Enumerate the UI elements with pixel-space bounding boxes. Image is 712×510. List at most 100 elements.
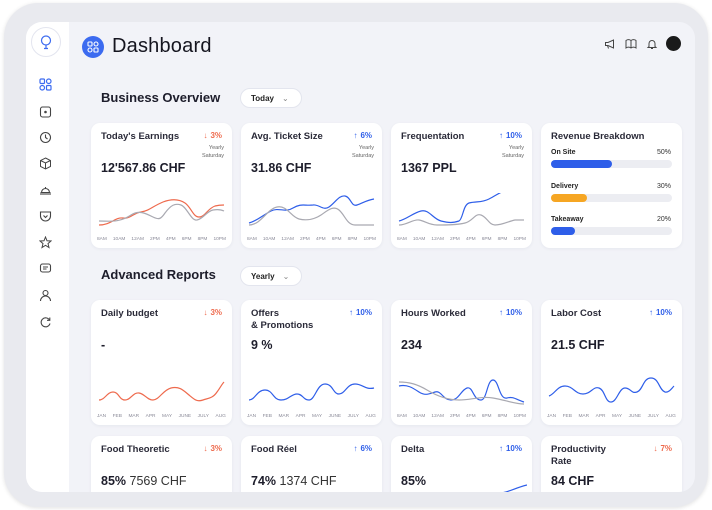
card-value: 12'567.86 CHF	[101, 161, 186, 175]
tick-label: 12AM	[131, 237, 144, 242]
dropdown-value: Yearly	[251, 271, 275, 281]
tick-label: JULY	[197, 414, 209, 419]
x-axis-labels: 8AM 10AM 12AM 2PM 4PM 6PM 8PM 10PM	[97, 237, 226, 242]
arrow-down-icon: ↓	[203, 444, 208, 453]
chat-icon[interactable]	[37, 260, 53, 276]
tick-label: 6PM	[481, 237, 492, 242]
tick-label: AUG	[665, 414, 676, 419]
ticket-sparkline	[248, 195, 375, 226]
comparison-day: Saturday	[201, 153, 224, 159]
chevron-down-icon: ⌄	[282, 271, 290, 281]
frequentation-sparkline	[398, 193, 524, 226]
business-period-dropdown[interactable]: Today ⌄	[240, 88, 302, 108]
budget-sparkline	[98, 381, 225, 402]
trend-indicator: ↓ 3%	[203, 308, 222, 317]
section-title-business: Business Overview	[101, 90, 221, 105]
card-frequentation[interactable]: Frequentation ↑ 10% Yearly Saturday 1367 P…	[391, 123, 532, 248]
megaphone-icon[interactable]	[603, 37, 617, 51]
revenue-delivery-pct: 30%	[656, 183, 671, 190]
arrow-down-icon: ↓	[203, 131, 208, 140]
chevron-down-icon: ⌄	[281, 93, 289, 103]
tick-label: 8PM	[197, 237, 208, 242]
tick-label: APR	[595, 414, 606, 419]
comparison-period: Yearly	[358, 145, 374, 151]
trend-indicator: ↓ 3%	[203, 131, 222, 140]
card-productivity-rate[interactable]: Productivity Rate ↓ 7% 84 CHF	[541, 436, 682, 492]
user-icon[interactable]	[37, 287, 53, 303]
card-daily-budget[interactable]: Daily budget ↓ 3% - JAN FEB MAR APR MAY JUNE JU…	[91, 300, 232, 425]
x-axis-labels: JAN FEB MAR APR MAY JUNE JULY AUG	[247, 414, 376, 419]
card-value: 85% 7569 CHF	[101, 474, 187, 488]
card-title: Food Theoretic	[101, 444, 170, 455]
trend-value: 10%	[505, 131, 522, 140]
card-value: 74% 1374 CHF	[251, 474, 337, 488]
bell-icon[interactable]	[645, 37, 659, 51]
box-icon[interactable]	[37, 155, 53, 171]
arrow-down-icon: ↓	[203, 308, 208, 317]
card-food-theoretic[interactable]: Food Theoretic ↓ 3% 85% 7569 CHF	[91, 436, 232, 492]
card-food-reel[interactable]: Food Réel ↑ 6% 74% 1374 CHF	[241, 436, 382, 492]
hours-sparkline	[398, 379, 525, 405]
clock-icon[interactable]	[37, 129, 53, 145]
tick-label: 10AM	[262, 237, 276, 242]
card-delta[interactable]: Delta ↑ 10% 85%	[391, 436, 532, 492]
tick-label: 8AM	[97, 237, 107, 242]
logo[interactable]	[31, 27, 61, 57]
trend-value: 10%	[505, 444, 522, 453]
tick-label: 2PM	[149, 237, 160, 242]
grid-icon[interactable]	[37, 76, 53, 92]
card-title: Delta	[401, 444, 425, 455]
tick-label: 4PM	[465, 414, 476, 419]
card-value-sub: 1374 CHF	[279, 474, 337, 488]
x-axis-labels: 8AM 10AM 12AM 2PM 4PM 6PM 8PM 10PM	[397, 414, 526, 419]
card-todays-earnings[interactable]: Today's Earnings ↓ 3% Yearly Saturday 12'5…	[91, 123, 232, 248]
book-icon[interactable]	[624, 37, 638, 51]
refresh-icon[interactable]	[37, 314, 53, 330]
star-icon[interactable]	[37, 234, 53, 250]
comparison-day: Saturday	[351, 153, 374, 159]
tick-label: MAY	[312, 414, 323, 419]
card-hours-worked[interactable]: Hours Worked ↑ 10% 234 8AM 10AM 12AM 2PM 4PM 6…	[391, 300, 532, 425]
avatar[interactable]	[666, 36, 681, 51]
arrow-up-icon: ↑	[353, 444, 358, 453]
card-title: Revenue Breakdown	[551, 131, 645, 142]
card-value-main: 85%	[101, 474, 127, 488]
card-value-sub: 7569 CHF	[129, 474, 187, 488]
card-revenue-breakdown[interactable]: Revenue Breakdown On Site 50% Delivery 3…	[541, 123, 682, 248]
trend-value: 3%	[210, 308, 222, 317]
revenue-delivery-bar	[551, 194, 672, 202]
calendar-icon[interactable]	[37, 103, 53, 119]
tick-label: FEB	[262, 414, 272, 419]
tick-label: APR	[295, 414, 306, 419]
card-offers-promotions[interactable]: Offers & Promotions ↑ 10% 9 % JAN FEB MAR APR…	[241, 300, 382, 425]
trend-value: 6%	[360, 131, 372, 140]
trend-indicator: ↑ 10%	[499, 308, 522, 317]
tick-label: 6PM	[181, 237, 192, 242]
card-title-line2: & Promotions	[251, 320, 314, 331]
arrow-up-icon: ↑	[498, 444, 503, 453]
pocket-icon[interactable]	[37, 208, 53, 224]
card-avg-ticket-size[interactable]: Avg. Ticket Size ↑ 6% Yearly Saturday 31.8…	[241, 123, 382, 248]
revenue-takeaway-fill	[551, 227, 576, 235]
tick-label: 4PM	[465, 237, 476, 242]
tick-label: 6PM	[331, 237, 342, 242]
card-title: Frequentation	[401, 131, 465, 142]
advanced-period-dropdown[interactable]: Yearly ⌄	[240, 266, 302, 286]
tick-label: MAR	[278, 414, 290, 419]
tick-label: 10AM	[412, 414, 426, 419]
tick-label: 10PM	[213, 237, 226, 242]
trend-value: 3%	[210, 444, 222, 453]
card-value: 9 %	[251, 338, 273, 352]
x-axis-labels: 8AM 10AM 12AM 2PM 4PM 6PM 8PM 10PM	[397, 237, 526, 242]
dish-icon[interactable]	[37, 181, 53, 197]
revenue-takeaway-pct: 20%	[656, 216, 671, 223]
device-frame: Dashboard Business Overview Today ⌄ Toda…	[4, 3, 708, 507]
tick-label: 4PM	[165, 237, 176, 242]
card-labor-cost[interactable]: Labor Cost ↑ 10% 21.5 CHF JAN FEB MAR APR MAY…	[541, 300, 682, 425]
tick-label: MAY	[612, 414, 623, 419]
tick-label: 10AM	[112, 237, 126, 242]
tick-label: 2PM	[299, 237, 310, 242]
tick-label: 8AM	[397, 237, 407, 242]
card-title: Today's Earnings	[101, 131, 180, 142]
trend-value: 3%	[210, 131, 222, 140]
